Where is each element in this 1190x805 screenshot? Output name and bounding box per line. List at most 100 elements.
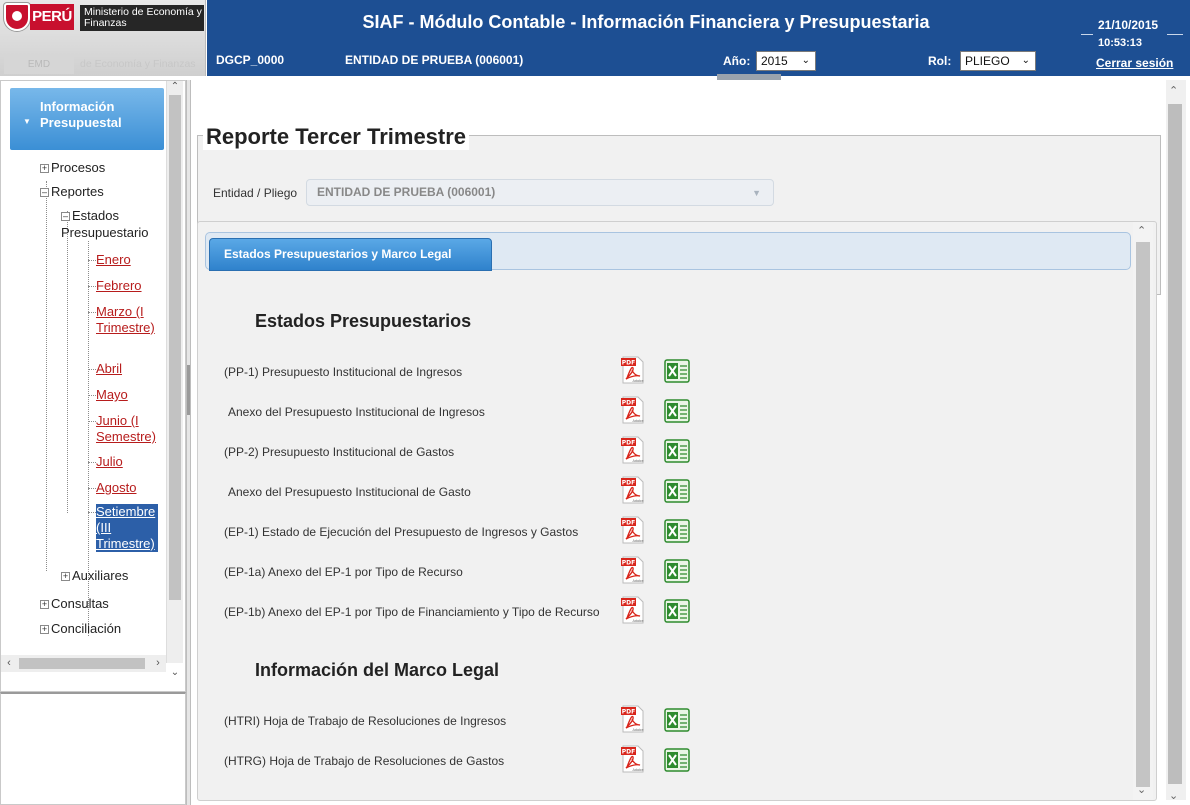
svg-text:PDF: PDF	[622, 600, 635, 607]
tree-node-reportes[interactable]: – Reportes	[40, 183, 104, 200]
tree-node-auxiliares[interactable]: + Auxiliares	[61, 567, 128, 584]
report-row-label: (HTRG) Hoja de Trabajo de Resoluciones d…	[224, 754, 505, 768]
svg-text:PDF: PDF	[622, 440, 635, 447]
logo-ghost-abbr: EMD	[4, 56, 74, 74]
entity-select[interactable]: ENTIDAD DE PRUEBA (006001) ▼	[306, 179, 774, 206]
collapse-icon[interactable]: –	[40, 188, 49, 197]
excel-icon[interactable]	[664, 479, 690, 503]
tab-estados-marco-legal[interactable]: Estados Presupuestarios y Marco Legal	[209, 238, 492, 271]
chevron-down-icon: ⌄	[801, 55, 810, 66]
month-link-marzo[interactable]: Marzo (I Trimestre)	[96, 304, 158, 336]
header-entity: ENTIDAD DE PRUEBA (006001)	[345, 53, 524, 67]
month-link-julio[interactable]: Julio	[96, 454, 123, 470]
excel-icon[interactable]	[664, 439, 690, 463]
sidebar-horizontal-scrollbar[interactable]: ‹ ›	[1, 655, 166, 672]
month-link-setiembre[interactable]: Setiembre (III Trimestre)	[96, 504, 158, 552]
scrollbar-thumb[interactable]	[1168, 104, 1182, 784]
year-select[interactable]: 2015 ⌄	[756, 51, 816, 71]
section-title-marco-legal: Información del Marco Legal	[255, 660, 500, 680]
logo: PERÚ Ministerio de Economía y Finanzas E…	[0, 0, 206, 76]
collapse-icon[interactable]: –	[61, 212, 70, 221]
top-bar: SIAF - Módulo Contable - Información Fin…	[207, 0, 1190, 80]
svg-text:Adobe: Adobe	[632, 459, 643, 463]
chevron-down-icon: ▼	[752, 188, 761, 198]
date: 21/10/2015	[1098, 18, 1159, 32]
month-link-enero[interactable]: Enero	[96, 252, 131, 268]
pdf-icon[interactable]: PDF Adobe	[621, 476, 645, 504]
excel-icon[interactable]	[664, 559, 690, 583]
scrollbar-thumb[interactable]	[169, 95, 181, 600]
sidebar-vertical-scrollbar[interactable]: ⌃ ⌄	[166, 81, 183, 678]
pdf-icon[interactable]: PDF Adobe	[621, 596, 645, 624]
expand-icon[interactable]: +	[40, 625, 49, 634]
tree-line	[88, 421, 96, 422]
scrollbar-thumb[interactable]	[1136, 242, 1150, 787]
divider	[1081, 34, 1093, 35]
month-link-agosto[interactable]: Agosto	[96, 480, 136, 496]
excel-icon[interactable]	[664, 399, 690, 423]
excel-icon[interactable]	[664, 748, 690, 772]
pdf-icon[interactable]: PDF Adobe	[621, 705, 645, 733]
svg-text:Adobe: Adobe	[632, 579, 643, 583]
scroll-down-icon[interactable]: ⌄	[1137, 783, 1146, 796]
tree-line	[46, 181, 47, 571]
excel-icon[interactable]	[664, 599, 690, 623]
tree-line	[88, 286, 96, 287]
excel-icon[interactable]	[664, 708, 690, 732]
scroll-up-icon[interactable]: ⌃	[167, 81, 183, 95]
month-link-mayo[interactable]: Mayo	[96, 387, 128, 403]
month-link-junio[interactable]: Junio (I Semestre)	[96, 413, 164, 445]
svg-text:Adobe: Adobe	[632, 728, 643, 732]
pdf-icon[interactable]: PDF Adobe	[621, 556, 645, 584]
scroll-up-icon[interactable]: ⌃	[1169, 84, 1178, 97]
tree-node-label: Auxiliares	[72, 568, 129, 583]
scroll-right-icon[interactable]: ›	[150, 655, 166, 672]
pdf-icon[interactable]: PDF Adobe	[621, 516, 645, 544]
tree-node-consultas[interactable]: + Consultas	[40, 595, 109, 612]
role-select[interactable]: PLIEGO ⌄	[960, 51, 1036, 71]
tree-line	[88, 260, 96, 261]
tree-node-conciliacion[interactable]: + Conciliación	[40, 620, 121, 637]
splitter-grip[interactable]	[187, 365, 190, 415]
scroll-down-icon[interactable]: ⌄	[1169, 789, 1178, 802]
month-link-febrero[interactable]: Febrero	[96, 278, 142, 294]
logout-link[interactable]: Cerrar sesión	[1096, 56, 1173, 70]
year-label: Año:	[723, 54, 751, 68]
tree-node-label: Consultas	[51, 596, 109, 611]
expand-icon[interactable]: +	[40, 600, 49, 609]
pdf-icon[interactable]: PDF Adobe	[621, 745, 645, 773]
scroll-left-icon[interactable]: ‹	[1, 655, 17, 672]
scrollbar-thumb[interactable]	[19, 658, 145, 669]
report-row-label: (HTRI) Hoja de Trabajo de Resoluciones d…	[224, 714, 507, 728]
expand-icon[interactable]: +	[40, 164, 49, 173]
excel-icon[interactable]	[664, 359, 690, 383]
main-vertical-scrollbar[interactable]: ⌃ ⌄	[1166, 80, 1186, 802]
svg-text:PDF: PDF	[622, 480, 635, 487]
excel-icon[interactable]	[664, 519, 690, 543]
scroll-down-icon[interactable]: ⌄	[167, 667, 183, 681]
accordion-title: Información Presupuestal	[40, 99, 122, 130]
role-value: PLIEGO	[965, 54, 1010, 68]
svg-text:PDF: PDF	[622, 560, 635, 567]
section-title-estados: Estados Presupuestarios	[255, 311, 472, 331]
tree-node-procesos[interactable]: + Procesos	[40, 159, 105, 176]
tree-node-label: Procesos	[51, 160, 106, 175]
report-row-label: (EP-1) Estado de Ejecución del Presupues…	[224, 525, 579, 539]
pdf-icon[interactable]: PDF Adobe	[621, 396, 645, 424]
pdf-icon[interactable]: PDF Adobe	[621, 356, 645, 384]
tree-line	[88, 312, 96, 313]
panel-vertical-scrollbar[interactable]: ⌃ ⌄	[1133, 222, 1153, 800]
report-row-label: (PP-1) Presupuesto Institucional de Ingr…	[224, 365, 463, 379]
pdf-icon[interactable]: PDF Adobe	[621, 436, 645, 464]
report-row-label: Anexo del Presupuesto Institucional de I…	[228, 405, 485, 419]
scroll-up-icon[interactable]: ⌃	[1137, 224, 1146, 237]
accordion-header[interactable]: ▼ Información Presupuestal	[10, 88, 164, 150]
time: 10:53:13	[1098, 37, 1143, 49]
tree-node-estados[interactable]: – Estados Presupuestario	[61, 207, 164, 241]
expand-icon[interactable]: +	[61, 572, 70, 581]
report-row-label: (EP-1b) Anexo del EP-1 por Tipo de Finan…	[224, 605, 600, 619]
month-link-abril[interactable]: Abril	[96, 361, 122, 377]
app-title: SIAF - Módulo Contable - Información Fin…	[362, 12, 930, 32]
tree-line	[88, 512, 96, 513]
main-content: Reporte Tercer Trimestre Entidad / Plieg…	[191, 80, 1190, 805]
